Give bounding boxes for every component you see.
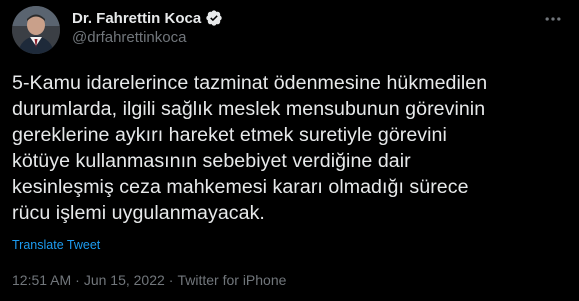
more-options-button[interactable] bbox=[539, 8, 567, 30]
author-name-row[interactable]: Dr. Fahrettin Koca bbox=[72, 8, 223, 28]
author-display-name[interactable]: Dr. Fahrettin Koca bbox=[72, 10, 201, 27]
tweet-source[interactable]: Twitter for iPhone bbox=[177, 272, 286, 288]
avatar-photo bbox=[12, 6, 60, 54]
verified-badge-icon bbox=[205, 9, 223, 27]
more-options-icon bbox=[545, 17, 561, 21]
meta-separator: · bbox=[168, 272, 174, 288]
tweet-card: Dr. Fahrettin Koca @drfahrettinkoca 5-Ka… bbox=[0, 0, 579, 301]
meta-separator: · bbox=[75, 272, 80, 288]
author-handle[interactable]: @drfahrettinkoca bbox=[72, 29, 186, 46]
tweet-metadata: 12:51 AM · Jun 15, 2022 · Twitter for iP… bbox=[12, 272, 286, 288]
tweet-time[interactable]: 12:51 AM bbox=[12, 272, 71, 288]
tweet-date[interactable]: Jun 15, 2022 bbox=[84, 272, 165, 288]
avatar[interactable] bbox=[12, 6, 60, 54]
tweet-text: 5-Kamu idarelerince tazminat ödenmesine … bbox=[12, 72, 488, 224]
translate-tweet-link[interactable]: Translate Tweet bbox=[12, 238, 100, 252]
